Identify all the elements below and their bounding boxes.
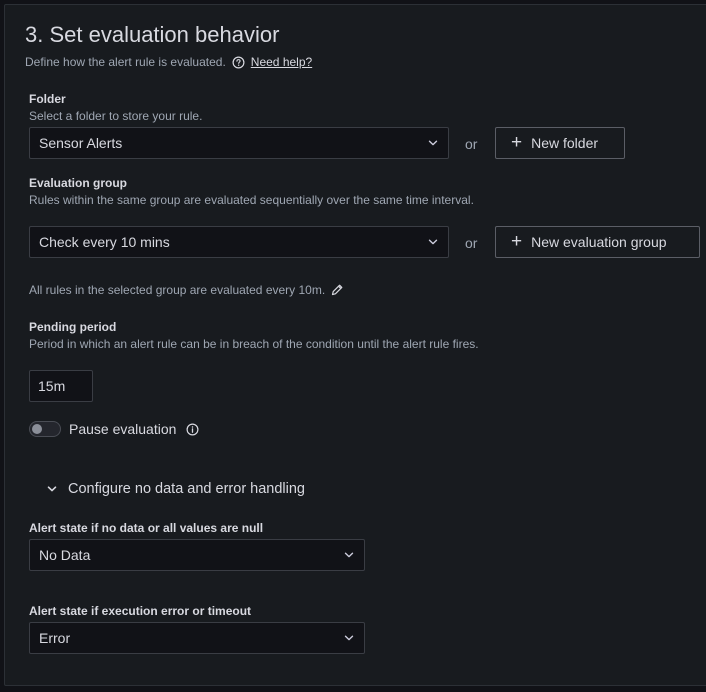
folder-select-value: Sensor Alerts bbox=[39, 135, 123, 151]
folder-select[interactable]: Sensor Alerts bbox=[29, 127, 449, 159]
pending-period-input[interactable] bbox=[29, 370, 93, 402]
plus-icon: + bbox=[511, 230, 523, 252]
evaluation-group-select-value: Check every 10 mins bbox=[39, 234, 170, 250]
error-state-label: Alert state if execution error or timeou… bbox=[29, 604, 252, 618]
section-subtitle-row: Define how the alert rule is evaluated. … bbox=[25, 55, 312, 69]
plus-icon: + bbox=[511, 131, 523, 153]
pencil-icon[interactable] bbox=[330, 283, 344, 297]
new-evaluation-group-button[interactable]: + New evaluation group bbox=[495, 226, 700, 258]
evaluation-group-select[interactable]: Check every 10 mins bbox=[29, 226, 449, 258]
question-circle-icon bbox=[232, 56, 245, 69]
pause-evaluation-row: Pause evaluation bbox=[69, 421, 199, 437]
new-folder-button[interactable]: + New folder bbox=[495, 127, 625, 159]
chevron-down-icon bbox=[344, 635, 354, 641]
pending-period-description: Period in which an alert rule can be in … bbox=[29, 337, 479, 351]
new-folder-label: New folder bbox=[531, 135, 599, 151]
pending-period-label: Pending period bbox=[29, 320, 117, 334]
no-data-error-section-title: Configure no data and error handling bbox=[68, 481, 305, 497]
evaluation-group-label: Evaluation group bbox=[29, 176, 128, 190]
info-circle-icon bbox=[186, 423, 199, 436]
error-state-value: Error bbox=[39, 630, 71, 646]
folder-description: Select a folder to store your rule. bbox=[29, 109, 203, 123]
folder-label: Folder bbox=[29, 92, 66, 106]
evaluation-interval-note: All rules in the selected group are eval… bbox=[29, 283, 326, 297]
no-data-state-select[interactable]: No Data bbox=[29, 539, 365, 571]
no-data-state-value: No Data bbox=[39, 547, 91, 563]
pause-evaluation-toggle[interactable] bbox=[29, 421, 61, 437]
no-data-error-collapse-toggle[interactable]: Configure no data and error handling bbox=[47, 481, 305, 497]
evaluation-group-or-text: or bbox=[465, 235, 478, 251]
angle-down-icon bbox=[47, 486, 57, 492]
section-title: 3. Set evaluation behavior bbox=[25, 22, 280, 47]
chevron-down-icon bbox=[428, 140, 438, 146]
no-data-state-label: Alert state if no data or all values are… bbox=[29, 521, 264, 535]
folder-or-text: or bbox=[465, 136, 478, 152]
evaluation-group-description: Rules within the same group are evaluate… bbox=[29, 193, 474, 207]
pause-evaluation-label: Pause evaluation bbox=[69, 421, 177, 437]
evaluation-interval-note-row: All rules in the selected group are eval… bbox=[29, 283, 344, 297]
toggle-knob bbox=[32, 424, 42, 434]
chevron-down-icon bbox=[428, 239, 438, 245]
need-help-link[interactable]: Need help? bbox=[251, 55, 312, 69]
error-state-select[interactable]: Error bbox=[29, 622, 365, 654]
section-subtitle: Define how the alert rule is evaluated. bbox=[25, 55, 226, 69]
new-evaluation-group-label: New evaluation group bbox=[531, 234, 667, 250]
chevron-down-icon bbox=[344, 552, 354, 558]
